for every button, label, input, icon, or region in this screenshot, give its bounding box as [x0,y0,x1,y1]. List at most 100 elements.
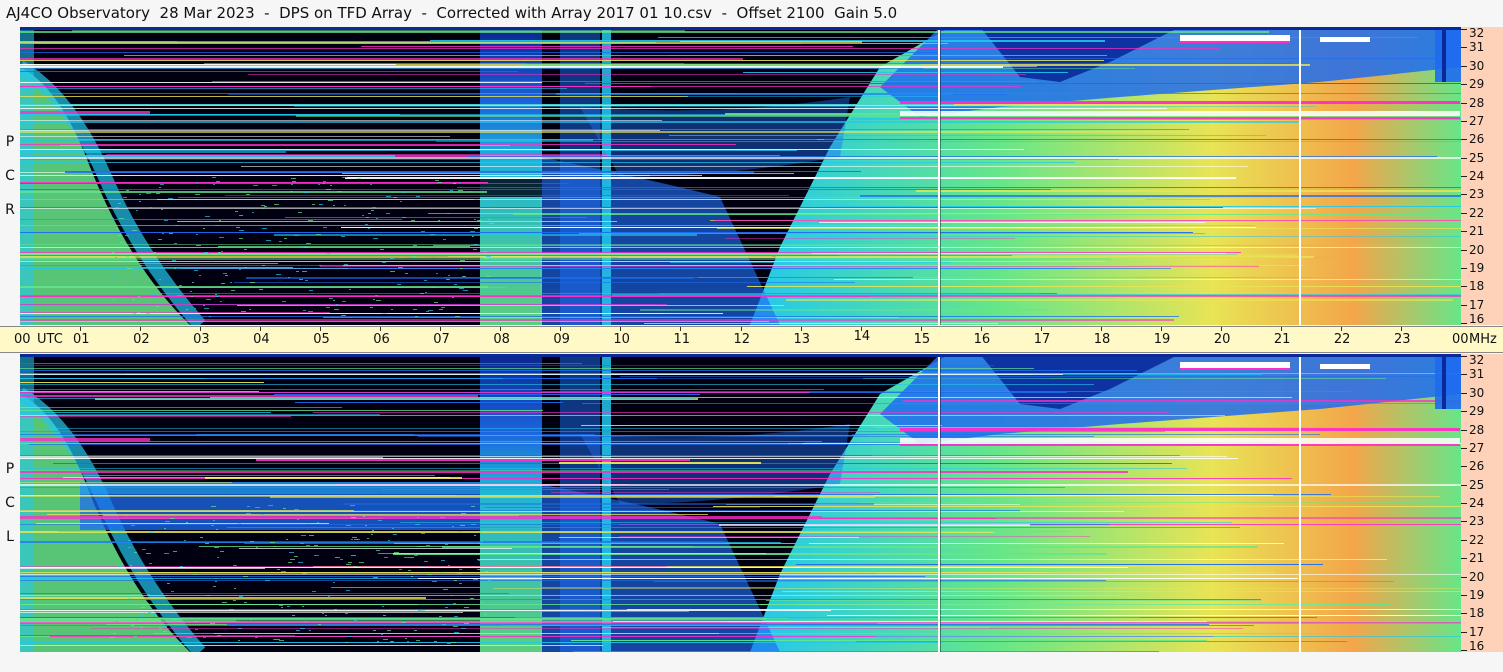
rfi-line [227,624,1209,625]
calibration-line [938,27,940,325]
speckle-dot [441,307,445,308]
speckle-dot [445,607,448,608]
speckle-dot [342,301,346,302]
speckle-dot [220,551,224,552]
speckle-dot [217,635,221,636]
speckle-dot [464,607,469,608]
mhz-tick [1461,158,1467,159]
mhz-label: 30 [1469,386,1485,400]
rfi-27mhz-left [20,438,150,441]
mhz-label: 22 [1469,206,1485,220]
speckle-dot [471,506,475,507]
rfi-line [20,618,766,620]
mhz-label: 20 [1469,570,1485,584]
speckle-dot [235,621,240,622]
time-axis-start-label: 00 [14,332,31,347]
speckle-dot [250,619,252,620]
speckle-dot [373,577,378,578]
speckle-dot [140,616,143,617]
rfi-line [811,517,1461,519]
rfi-line [736,93,1461,94]
speckle-dot [159,279,161,280]
speckle-dot [365,525,367,526]
mhz-tick [1461,558,1467,559]
rfi-line [241,166,1248,167]
speckle-dot [473,579,478,580]
rfi-line [36,523,329,524]
rfi-line [20,368,1034,369]
rfi-line [824,139,1461,140]
rfi-line [65,171,754,173]
rfi-line [212,81,1037,82]
speckle-dot [378,520,382,521]
rfi-line [20,412,271,413]
rfi-line [20,183,569,184]
rfi-line [20,263,278,264]
speckle-dot [150,532,153,533]
rfi-line [20,410,543,411]
speckle-dot [180,566,183,567]
speckle-dot [301,535,306,536]
speckle-dot [453,603,456,604]
rfi-line [20,191,487,193]
rfi-line [627,609,1461,610]
speckle-dot [442,624,446,625]
speckle-dot [386,261,391,262]
speckle-dot [244,249,247,250]
hour-label: 20 [1213,332,1231,347]
speckle-dot [474,535,476,536]
rfi-line [382,489,669,490]
speckle-dot [153,614,157,615]
speckle-dot [163,631,167,632]
speckle-dot [474,199,479,200]
rfi-line [20,572,1275,573]
speckle-dot [366,217,369,218]
speckle-dot [304,192,309,193]
speckle-dot [365,224,368,225]
speckle-dot [411,576,413,577]
speckle-dot [162,233,164,234]
speckle-dot [174,243,177,244]
speckle-dot [333,300,335,301]
speckle-dot [312,204,315,205]
speckle-dot [383,615,386,616]
speckle-dot [138,312,140,313]
rfi-line [20,392,810,393]
speckle-dot [173,619,178,620]
rfi-line [20,510,354,511]
rfi-line [585,83,1461,84]
rfi-line [743,72,1068,73]
speckle-dot [489,223,494,224]
speckle-dot [124,515,127,516]
rfi-20mhz [20,574,1461,575]
speckle-dot [136,619,138,620]
hour-tick [200,327,202,331]
rfi-line [244,543,809,544]
speckle-dot [114,605,119,606]
speckle-dot [303,310,306,311]
mhz-label: 17 [1469,298,1485,312]
speckle-dot [203,228,205,229]
speckle-dot [344,205,346,206]
rfi-line [218,246,470,247]
rfi-line [819,222,1205,223]
mhz-label: 18 [1469,606,1485,620]
speckle-dot [373,238,378,239]
mhz-tick [1461,466,1467,467]
speckle-dot [148,612,151,613]
mhz-tick [1461,268,1467,269]
speckle-dot [470,231,475,232]
speckle-dot [450,595,453,596]
speckle-dot [318,184,320,185]
speckle-dot [440,517,445,518]
mhz-label: 27 [1469,114,1485,128]
speckle-dot [473,249,477,250]
speckle-dot [402,217,406,218]
speckle-dot [486,276,491,277]
rfi-line [20,130,660,131]
speckle-dot [373,299,375,300]
speckle-dot [165,521,170,522]
speckle-dot [390,258,394,259]
speckle-dot [218,252,221,253]
mhz-tick [1461,103,1467,104]
